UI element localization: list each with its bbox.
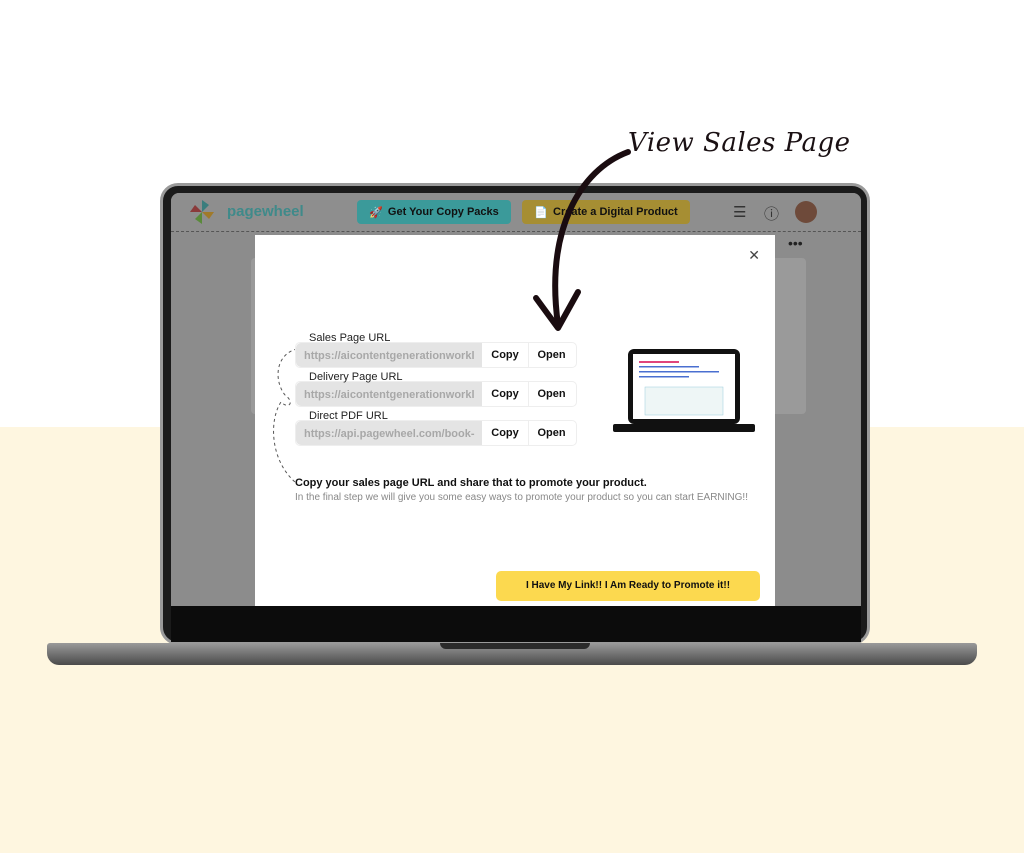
rocket-icon: 🚀 [369,206,383,219]
instruction-text: Copy your sales page URL and share that … [295,477,647,489]
copy-button[interactable]: Copy [482,421,529,445]
sales-url-label: Sales Page URL [309,332,391,344]
instruction-subtext: In the final step we will give you some … [295,492,748,503]
pdf-url-label: Direct PDF URL [309,410,388,422]
copy-button[interactable]: Copy [482,343,529,367]
laptop-keyboard [171,606,861,642]
ready-to-promote-button[interactable]: I Have My Link!! I Am Ready to Promote i… [496,571,760,601]
avatar[interactable] [795,201,817,223]
open-button[interactable]: Open [528,382,575,406]
close-icon[interactable]: ✕ [748,247,760,264]
copy-button[interactable]: Copy [482,382,529,406]
laptop-notch [440,643,590,649]
help-icon[interactable]: ⓘ [764,203,779,224]
delivery-url-field[interactable]: https://aicontentgenerationworkl [296,382,482,406]
sales-url-row: https://aicontentgenerationworkl Sales P… [295,332,577,368]
more-icon[interactable]: ••• [788,235,803,251]
delivery-url-row: https://aicontentgenerationworkl Deliver… [295,371,577,407]
top-bar: pagewheel 🚀 Get Your Copy Packs 📄 Create a… [171,193,861,232]
copy-packs-button[interactable]: 🚀 Get Your Copy Packs [357,200,511,224]
brand-name: pagewheel [227,203,304,220]
copy-packs-label: Get Your Copy Packs [387,206,499,218]
open-button[interactable]: Open [528,421,575,445]
delivery-url-label: Delivery Page URL [309,371,403,383]
open-button[interactable]: Open [528,343,575,367]
arrow-icon [533,149,631,331]
pdf-url-row: https://api.pagewheel.com/book- Direct P… [295,410,577,446]
share-links-modal: ✕ https://aicontentgenerationworkl Sales… [255,235,775,606]
sales-url-field[interactable]: https://aicontentgenerationworkl [296,343,482,367]
callout-text: View Sales Page [628,128,851,158]
pinwheel-logo-icon [190,200,214,224]
laptop-preview-illustration [613,349,755,432]
pdf-url-field[interactable]: https://api.pagewheel.com/book- [296,421,482,445]
list-icon[interactable]: ☰ [733,203,746,221]
